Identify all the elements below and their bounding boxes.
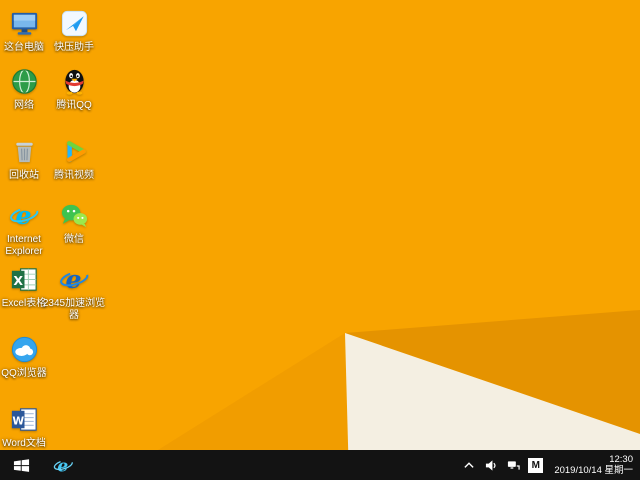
desktop-icon-wechat[interactable]: 微信 [42,200,106,246]
tencent-video-icon [66,141,86,162]
word-icon: W [11,408,37,431]
network-button[interactable] [506,458,520,472]
system-tray: M 12:30 2019/10/14 星期一 [462,450,640,480]
qq-browser-icon [11,336,37,363]
clock-time: 12:30 [609,454,633,465]
excel-icon: X [11,268,37,291]
icon-label: 2345加速浏览器 [42,298,106,321]
icon-label: 微信 [64,234,84,245]
icon-label: Word文档 [2,438,46,449]
wechat-icon [61,204,87,228]
icon-label: Excel表格 [1,298,47,309]
chevron-up-icon [464,461,474,468]
icon-label: 快压助手 [54,42,94,53]
ie-e-icon: e [53,456,73,476]
ie-e-icon: e [9,200,38,230]
clock-date: 2019/10/14 星期一 [554,465,633,476]
icon-label: QQ浏览器 [1,368,47,379]
svg-text:e: e [57,456,68,476]
start-button[interactable] [0,450,42,480]
icon-label: 回收站 [9,170,39,181]
browser-2345-icon: e [59,264,88,294]
ime-indicator[interactable]: M [528,457,544,473]
qq-penguin-icon [64,69,84,95]
kuaiya-icon [61,10,87,37]
recycle-bin-icon [15,142,33,163]
desktop-icon-qq-browser[interactable]: QQ浏览器 [0,334,56,380]
this-pc-icon [11,12,37,35]
windows-logo-icon [13,458,29,472]
desktop-icon-tencent-qq[interactable]: 腾讯QQ [42,66,106,112]
taskbar-clock[interactable]: 12:30 2019/10/14 星期一 [554,454,633,476]
svg-text:W: W [12,414,24,427]
icon-label: 腾讯视频 [54,170,94,181]
desktop-icon-tencent-video[interactable]: 腾讯视频 [42,136,106,182]
icon-label: 网络 [14,100,34,111]
svg-text:e: e [15,200,31,230]
volume-button[interactable] [484,458,498,472]
network-globe-icon [11,69,37,94]
svg-text:X: X [13,273,23,288]
desktop-icon-kuaiya-assistant[interactable]: 快压助手 [42,8,106,54]
network-status-icon [507,460,520,470]
desktop-screen: 这台电脑 网络 回收站 e Internet Explorer X Excel表… [0,0,640,480]
speaker-icon [485,459,496,471]
icon-label: 腾讯QQ [56,100,92,111]
taskbar: e M 12:30 2019/10/14 星期一 [0,450,640,480]
icon-label: 这台电脑 [4,42,44,53]
svg-text:e: e [65,264,81,294]
desktop-icon-word[interactable]: W Word文档 [0,404,56,450]
desktop-icon-browser-2345[interactable]: e 2345加速浏览器 [42,264,106,322]
ie-taskbar-button[interactable]: e [42,450,84,480]
hidden-icons-button[interactable] [462,458,476,472]
